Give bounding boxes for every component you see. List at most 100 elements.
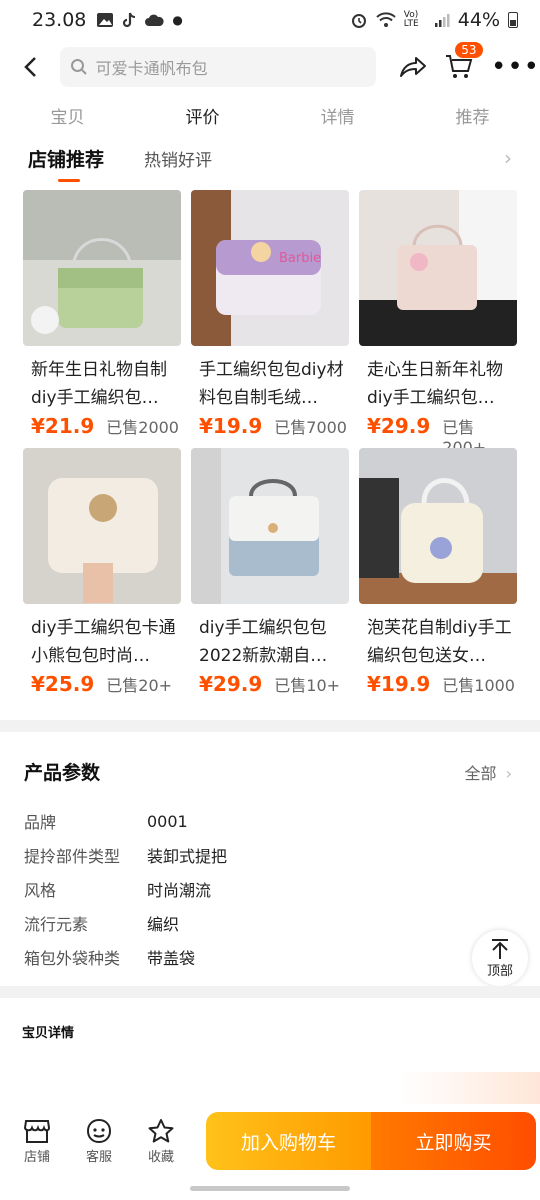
product-image <box>359 448 517 604</box>
cart-button[interactable]: 53 <box>439 42 483 80</box>
star-icon <box>148 1118 174 1142</box>
section-tabs: 宝贝 评价 详情 推荐 <box>0 100 540 136</box>
signal-icon <box>434 14 450 27</box>
tab-reviews[interactable]: 评价 <box>135 100 270 136</box>
param-key: 箱包外袋种类 <box>24 949 121 968</box>
tab-store-recommend[interactable]: 店铺推荐 <box>28 145 104 182</box>
svg-text:Barbie: Barbie <box>279 251 321 266</box>
cart-badge: 53 <box>455 42 483 58</box>
section-divider <box>0 986 540 998</box>
params-row: 提拎部件类型 装卸式提把 <box>24 838 504 872</box>
param-value: 时尚潮流 <box>147 881 212 900</box>
product-price: ¥19.9 <box>199 414 263 438</box>
tab-items[interactable]: 宝贝 <box>0 100 135 136</box>
product-sold: 已售1000 <box>442 676 515 695</box>
tab-recommend[interactable]: 推荐 <box>405 100 540 136</box>
params-row: 流行元素 编织 <box>24 906 504 940</box>
status-bar: 23.08 ● Vo) LTE 44% <box>0 0 540 40</box>
product-name: 泡芙花自制diy手工编织包包送女… <box>367 618 512 666</box>
product-card[interactable]: Barbie 手工编织包包diy材料包自制毛绒… ¥19.9 已售7000 <box>191 190 349 438</box>
cloud-icon <box>145 14 165 26</box>
product-name: 走心生日新年礼物diy手工编织包… <box>367 360 503 408</box>
share-icon <box>400 57 427 77</box>
add-to-cart-button[interactable]: 加入购物车 <box>206 1112 371 1170</box>
product-image <box>23 448 181 604</box>
store-button[interactable]: 店铺 <box>6 1118 68 1165</box>
product-price: ¥19.9 <box>367 672 431 696</box>
battery-percent: 44% <box>457 9 500 31</box>
param-key: 流行元素 <box>24 915 89 934</box>
more-button[interactable]: ••• <box>491 52 540 82</box>
store-label: 店铺 <box>23 1149 50 1165</box>
product-sold: 已售10+ <box>274 676 341 695</box>
product-card[interactable]: diy手工编织包卡通小熊包包时尚… ¥25.9 已售20+ <box>23 448 181 696</box>
back-to-top-button[interactable]: 顶部 <box>472 930 528 986</box>
product-card[interactable]: 走心生日新年礼物diy手工编织包… ¥29.9 已售200+ <box>359 190 517 457</box>
store-icon <box>23 1119 51 1143</box>
top-bar: 可爱卡通帆布包 53 ••• <box>0 42 540 92</box>
params-table: 品牌 0001 提拎部件类型 装卸式提把 风格 时尚潮流 流行元素 编织 箱包外… <box>24 804 504 974</box>
param-value: 带盖袋 <box>147 949 196 968</box>
customer-service-button[interactable]: 客服 <box>68 1118 130 1165</box>
store-recommend-header: 店铺推荐 热销好评 › <box>0 140 540 182</box>
service-icon <box>86 1118 112 1143</box>
params-title: 产品参数 <box>24 762 101 784</box>
params-row: 箱包外袋种类 带盖袋 <box>24 940 504 974</box>
share-button[interactable] <box>394 55 434 79</box>
params-row: 风格 时尚潮流 <box>24 872 504 906</box>
buy-now-button[interactable]: 立即购买 <box>371 1112 536 1170</box>
product-price: ¥29.9 <box>367 414 431 438</box>
gallery-icon <box>97 13 114 27</box>
bottom-action-bar: 店铺 客服 收藏 加入购物车 立即购买 <box>0 1104 540 1178</box>
param-key: 提拎部件类型 <box>24 847 121 866</box>
wifi-icon <box>376 12 396 27</box>
alarm-icon <box>351 14 366 28</box>
product-image <box>191 448 349 604</box>
product-sold: 已售2000 <box>106 418 179 437</box>
decorative-band <box>400 1072 540 1104</box>
favorite-button[interactable]: 收藏 <box>130 1118 192 1165</box>
product-name: 新年生日礼物自制diy手工编织包… <box>31 360 167 408</box>
back-button[interactable] <box>0 55 60 79</box>
product-price: ¥25.9 <box>31 672 95 696</box>
params-all-link[interactable]: 全部 › <box>464 760 512 784</box>
product-image <box>23 190 181 346</box>
search-input[interactable]: 可爱卡通帆布包 <box>59 47 376 87</box>
params-row: 品牌 0001 <box>24 804 504 838</box>
product-name: 手工编织包包diy材料包自制毛绒… <box>199 360 344 408</box>
product-image <box>359 190 517 346</box>
product-price: ¥21.9 <box>31 414 95 438</box>
more-icon: ••• <box>490 52 540 82</box>
tiktok-icon <box>123 12 136 28</box>
chevron-right-icon: › <box>505 764 512 783</box>
product-card[interactable]: diy手工编织包包2022新款潮自… ¥29.9 已售10+ <box>191 448 349 696</box>
tab-details[interactable]: 详情 <box>270 100 405 136</box>
product-card[interactable]: 泡芙花自制diy手工编织包包送女… ¥19.9 已售1000 <box>359 448 517 696</box>
param-value: 0001 <box>147 811 188 831</box>
detail-section-title: 宝贝详情 <box>22 1026 75 1041</box>
product-sold: 已售7000 <box>274 418 347 437</box>
product-price: ¥29.9 <box>199 672 263 696</box>
param-key: 品牌 <box>24 813 57 832</box>
param-value: 装卸式提把 <box>147 847 228 866</box>
params-all-label: 全部 <box>464 764 497 783</box>
service-label: 客服 <box>85 1149 112 1165</box>
param-value: 编织 <box>147 915 180 934</box>
search-placeholder: 可爱卡通帆布包 <box>95 59 208 78</box>
dot-icon: ● <box>172 13 183 27</box>
purchase-actions: 加入购物车 立即购买 <box>206 1112 536 1170</box>
battery-icon <box>508 12 518 28</box>
product-name: diy手工编织包包2022新款潮自… <box>199 618 328 666</box>
home-indicator[interactable] <box>190 1186 350 1191</box>
param-key: 风格 <box>24 881 57 900</box>
search-icon <box>70 59 87 75</box>
chevron-left-icon <box>24 57 36 77</box>
chevron-right-icon[interactable]: › <box>504 146 512 170</box>
tab-hot-reviews[interactable]: 热销好评 <box>144 146 212 171</box>
status-time: 23.08 <box>32 9 87 31</box>
product-card[interactable]: 新年生日礼物自制diy手工编织包… ¥21.9 已售2000 <box>23 190 181 438</box>
arrow-up-icon <box>492 938 508 959</box>
product-image: Barbie <box>191 190 349 346</box>
network-label: Vo) LTE <box>403 10 419 29</box>
section-divider <box>0 720 540 732</box>
